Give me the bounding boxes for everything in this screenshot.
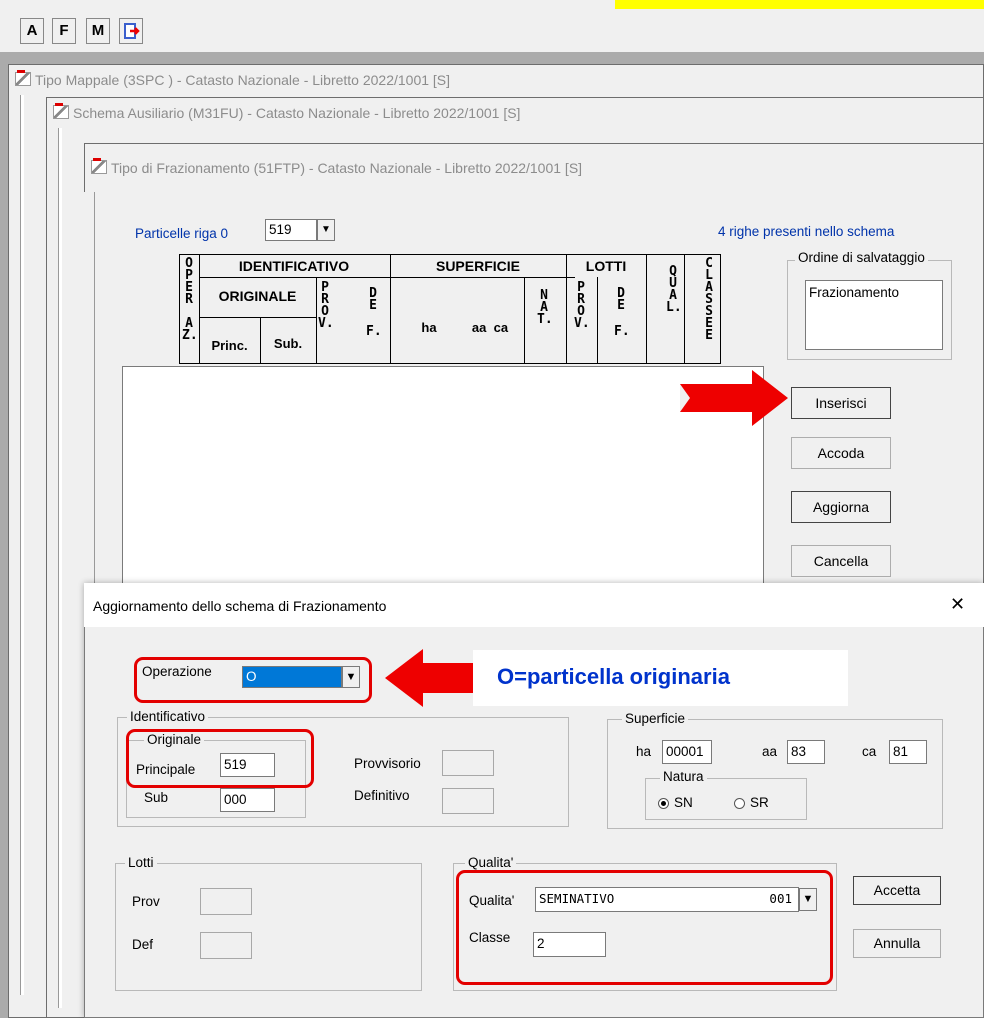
- header-def: D E F.: [366, 286, 382, 339]
- highlight-operazione: [134, 657, 372, 703]
- righe-info: 4 righe presenti nello schema: [718, 224, 895, 239]
- inserisci-button[interactable]: Inserisci: [791, 387, 891, 419]
- accoda-button[interactable]: Accoda: [791, 437, 891, 469]
- window-inner-edge: [58, 128, 62, 1008]
- schema-list[interactable]: [122, 366, 764, 598]
- ha-label: ha: [636, 744, 652, 759]
- header-lotti: LOTTI: [585, 258, 627, 274]
- toolbar-button-m[interactable]: M: [86, 18, 110, 44]
- header-lotti-prov: P R O V.: [574, 280, 590, 331]
- sn-radio[interactable]: SN: [658, 795, 693, 810]
- ha-input[interactable]: 00001: [662, 740, 712, 764]
- lotti-label: Lotti: [125, 855, 157, 870]
- accetta-button[interactable]: Accetta: [853, 876, 941, 905]
- header-lotti-def: D E F.: [614, 286, 630, 339]
- particelle-select[interactable]: 519: [265, 219, 317, 241]
- toolbar-button-f[interactable]: F: [52, 18, 76, 44]
- header-superficie: SUPERFICIE: [435, 258, 520, 274]
- superficie-label: Superficie: [622, 711, 689, 726]
- natura-label: Natura: [660, 769, 707, 784]
- window-icon: [91, 158, 107, 174]
- ordine-label: Ordine di salvataggio: [795, 250, 928, 265]
- sr-radio[interactable]: SR: [734, 795, 769, 810]
- lotti-prov-input: [200, 888, 252, 915]
- aa-input[interactable]: 83: [787, 740, 825, 764]
- aa-label: aa: [762, 744, 778, 759]
- sub-label: Sub: [144, 790, 169, 805]
- chevron-down-icon[interactable]: ▼: [317, 219, 335, 241]
- window-inner-edge: [20, 95, 24, 995]
- lotti-def-input: [200, 932, 252, 959]
- header-prov: P R O V.: [318, 280, 334, 331]
- radio-selected-icon: [658, 797, 669, 809]
- highlight-originale: [126, 729, 314, 788]
- header-identificativo: IDENTIFICATIVO: [238, 258, 350, 274]
- window-icon: [15, 70, 31, 86]
- ca-label: ca: [862, 744, 877, 759]
- window-icon: [53, 103, 69, 119]
- header-classe: CLASSEE: [705, 256, 713, 343]
- provvisorio-label: Provvisorio: [354, 756, 421, 771]
- callout-text: O=particella originaria: [497, 664, 730, 689]
- highlight-qualita: [456, 870, 833, 985]
- definitivo-label: Definitivo: [354, 788, 410, 803]
- red-arrow-right-icon: [680, 370, 788, 426]
- header-princ: Princ.: [211, 338, 248, 353]
- qualita-group-label: Qualita': [465, 855, 517, 870]
- ca-input[interactable]: 81: [889, 740, 927, 764]
- toolbar-button-a[interactable]: A: [20, 18, 44, 44]
- prov-label: Prov: [132, 894, 160, 909]
- radio-icon: [734, 797, 745, 809]
- sub-input[interactable]: 000: [220, 788, 275, 812]
- provvisorio-input: [442, 750, 494, 776]
- header-qual: Q U A L.: [666, 264, 682, 315]
- exit-door-icon[interactable]: [119, 18, 143, 44]
- header-originale: ORIGINALE: [218, 288, 297, 304]
- aggiorna-button[interactable]: Aggiorna: [791, 491, 891, 523]
- header-ha: ha: [421, 320, 437, 335]
- ordine-list[interactable]: Frazionamento: [805, 280, 943, 350]
- yellow-band: [615, 0, 984, 9]
- dialog-title: Aggiornamento dello schema di Frazioname…: [93, 598, 387, 614]
- lotti-group: [115, 863, 422, 991]
- header-nat: N A T.: [537, 288, 553, 327]
- definitivo-input: [442, 788, 494, 814]
- annulla-button[interactable]: Annulla: [853, 929, 941, 958]
- particelle-label: Particelle riga 0: [135, 226, 229, 241]
- def-label: Def: [132, 937, 154, 952]
- red-arrow-left-icon: [385, 649, 485, 707]
- window-title: Schema Ausiliario (M31FU) - Catasto Nazi…: [73, 105, 521, 121]
- identificativo-label: Identificativo: [127, 709, 209, 724]
- close-icon[interactable]: ✕: [950, 594, 965, 615]
- window-title: Tipo di Frazionamento (51FTP) - Catasto …: [111, 160, 583, 176]
- cancella-button[interactable]: Cancella: [791, 545, 891, 577]
- window-title: Tipo Mappale (3SPC ) - Catasto Nazionale…: [35, 72, 451, 88]
- header-operaz: O P E R A Z.: [182, 256, 198, 343]
- header-sub: Sub.: [273, 336, 303, 351]
- header-aa-ca: aa ca: [471, 320, 509, 335]
